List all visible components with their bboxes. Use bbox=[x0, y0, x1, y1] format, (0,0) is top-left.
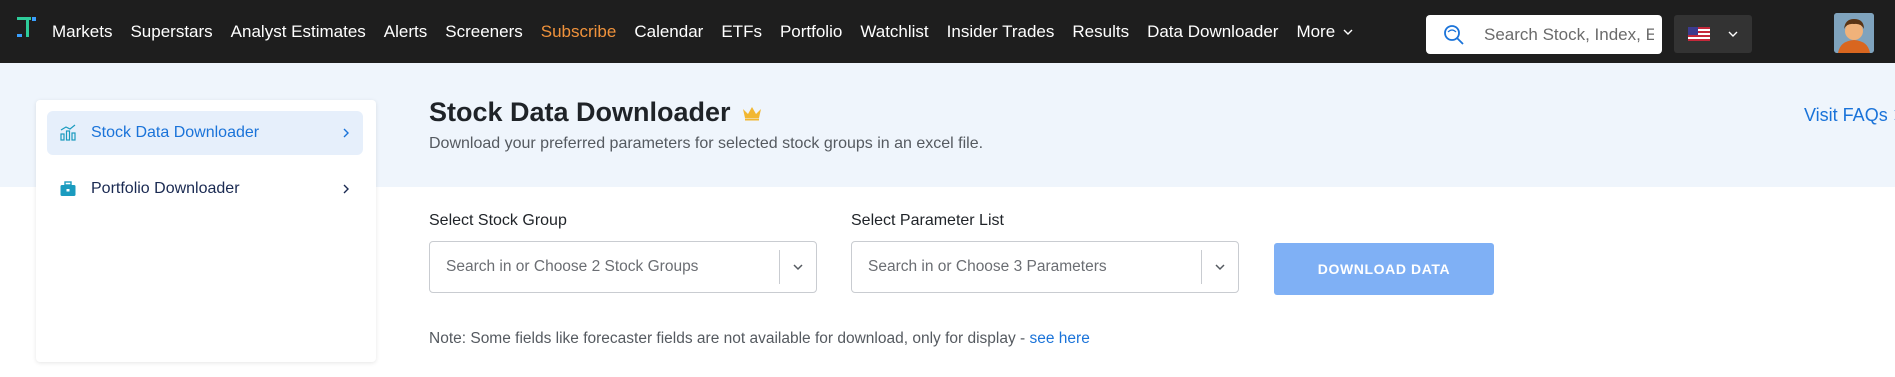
nav-more[interactable]: More bbox=[1296, 22, 1353, 42]
nav-portfolio[interactable]: Portfolio bbox=[780, 22, 842, 42]
parameter-list-placeholder: Search in or Choose 3 Parameters bbox=[868, 258, 1107, 275]
chevron-down-icon bbox=[1343, 29, 1353, 35]
visit-faqs-link[interactable]: Visit FAQs bbox=[1804, 105, 1895, 126]
country-selector[interactable] bbox=[1674, 15, 1752, 53]
nav-etfs[interactable]: ETFs bbox=[721, 22, 762, 42]
stock-group-label: Select Stock Group bbox=[429, 212, 567, 229]
parameter-list-label: Select Parameter List bbox=[851, 212, 1004, 229]
parameter-list-dropdown-toggle[interactable] bbox=[1202, 261, 1238, 273]
chevron-down-icon bbox=[1215, 264, 1225, 271]
search-box[interactable] bbox=[1426, 15, 1662, 54]
download-data-button[interactable]: DOWNLOAD DATA bbox=[1274, 243, 1494, 295]
us-flag-icon bbox=[1688, 27, 1710, 41]
chart-icon bbox=[60, 124, 76, 141]
stock-group-placeholder: Search in or Choose 2 Stock Groups bbox=[446, 258, 699, 275]
sidebar-item-label: Portfolio Downloader bbox=[91, 180, 240, 197]
briefcase-icon bbox=[60, 181, 76, 196]
nav-screeners[interactable]: Screeners bbox=[445, 22, 522, 42]
nav-results[interactable]: Results bbox=[1072, 22, 1129, 42]
chevron-down-icon bbox=[793, 264, 803, 271]
nav-insider-trades[interactable]: Insider Trades bbox=[947, 22, 1055, 42]
main-nav: Markets Superstars Analyst Estimates Ale… bbox=[52, 0, 1371, 63]
visit-faqs-label: Visit FAQs bbox=[1804, 105, 1888, 125]
stock-group-dropdown-toggle[interactable] bbox=[780, 261, 816, 273]
avatar[interactable] bbox=[1834, 13, 1874, 53]
nav-data-downloader[interactable]: Data Downloader bbox=[1147, 22, 1278, 42]
nav-subscribe[interactable]: Subscribe bbox=[541, 22, 617, 42]
logo-icon[interactable] bbox=[14, 14, 40, 40]
nav-calendar[interactable]: Calendar bbox=[634, 22, 703, 42]
parameter-list-select[interactable]: Search in or Choose 3 Parameters bbox=[851, 241, 1239, 293]
nav-more-label: More bbox=[1296, 21, 1336, 41]
sidebar-item-label: Stock Data Downloader bbox=[91, 124, 260, 141]
user-avatar-icon bbox=[1834, 13, 1874, 53]
nav-markets[interactable]: Markets bbox=[52, 22, 112, 42]
page-subtitle: Download your preferred parameters for s… bbox=[429, 135, 984, 152]
nav-superstars[interactable]: Superstars bbox=[130, 22, 212, 42]
crown-icon bbox=[742, 106, 761, 120]
chevron-right-icon bbox=[343, 184, 349, 194]
sidebar: Stock Data Downloader Portfolio Download… bbox=[36, 100, 376, 362]
sidebar-item-portfolio-downloader[interactable]: Portfolio Downloader bbox=[47, 167, 363, 211]
chevron-right-icon bbox=[343, 128, 349, 138]
top-navigation-bar: Markets Superstars Analyst Estimates Ale… bbox=[0, 0, 1895, 63]
see-here-link[interactable]: see here bbox=[1030, 330, 1090, 347]
nav-alerts[interactable]: Alerts bbox=[384, 22, 427, 42]
page-title-text: Stock Data Downloader bbox=[429, 97, 731, 127]
search-input[interactable] bbox=[1484, 24, 1654, 45]
page-title: Stock Data Downloader bbox=[429, 97, 763, 128]
sidebar-item-stock-data-downloader[interactable]: Stock Data Downloader bbox=[47, 111, 363, 155]
download-note: Note: Some fields like forecaster fields… bbox=[429, 330, 1090, 348]
nav-analyst-estimates[interactable]: Analyst Estimates bbox=[231, 22, 366, 42]
chevron-down-icon bbox=[1728, 31, 1738, 37]
search-icon bbox=[1444, 24, 1464, 45]
note-text: Note: Some fields like forecaster fields… bbox=[429, 330, 1030, 347]
stock-group-select[interactable]: Search in or Choose 2 Stock Groups bbox=[429, 241, 817, 293]
nav-watchlist[interactable]: Watchlist bbox=[860, 22, 928, 42]
